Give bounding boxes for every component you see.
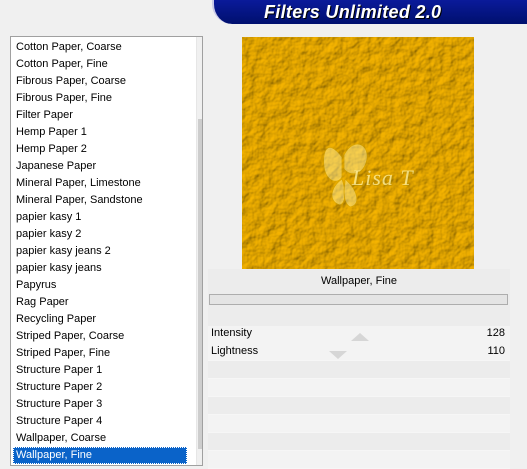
filter-list-item[interactable]: Striped Paper, Fine	[13, 345, 187, 362]
filter-preview: Lisa T	[242, 37, 474, 269]
filter-list-item[interactable]: Cotton Paper, Fine	[13, 56, 187, 73]
app-title: Filters Unlimited 2.0	[264, 2, 442, 22]
param-value: 110	[487, 345, 505, 357]
filter-list-item[interactable]: Structure Paper 1	[13, 362, 187, 379]
filter-list-item[interactable]: Wallpaper, Fine	[13, 447, 187, 464]
param-band	[208, 433, 510, 451]
param-band	[208, 397, 510, 415]
preview-texture	[242, 37, 474, 269]
scroll-thumb[interactable]	[198, 119, 202, 449]
filter-list-item[interactable]: Filter Paper	[13, 107, 187, 124]
title-bar: Filters Unlimited 2.0	[0, 0, 527, 28]
param-band	[208, 451, 510, 469]
scroll-up-arrow-icon[interactable]: ▲	[197, 37, 202, 54]
filter-list-item[interactable]: Wallpaper, Coarse	[13, 430, 187, 447]
filter-list-item[interactable]: Striped Paper, Coarse	[13, 328, 187, 345]
filter-list-item[interactable]: Structure Paper 4	[13, 413, 187, 430]
filter-progress-bar	[209, 294, 508, 305]
filter-list-item[interactable]: Structure Paper 3	[13, 396, 187, 413]
filter-list-item[interactable]: Hemp Paper 1	[13, 124, 187, 141]
param-band	[208, 361, 510, 379]
param-label: Lightness	[211, 345, 259, 357]
scroll-down-arrow-icon[interactable]: ▼	[197, 449, 202, 465]
filter-list-item[interactable]: Japanese Paper	[13, 158, 187, 175]
window-edge	[510, 28, 527, 469]
filter-list-item[interactable]: Cotton Paper, Coarse	[13, 39, 187, 56]
list-scrollbar[interactable]: ▲ ▼	[196, 37, 202, 465]
filter-list-item[interactable]: Mineral Paper, Limestone	[13, 175, 187, 192]
filter-list-item[interactable]: Fibrous Paper, Coarse	[13, 73, 187, 90]
filter-controls-panel: Wallpaper, Fine Intensity 128 Lightness …	[208, 269, 510, 469]
filter-list-item[interactable]: Rag Paper	[13, 294, 187, 311]
filter-listbox[interactable]: Cotton Paper, Coarse Cotton Paper, Fine Fi…	[10, 36, 203, 466]
filter-list-item[interactable]: papier kasy jeans 2	[13, 243, 187, 260]
filter-list-item[interactable]: papier kasy jeans	[13, 260, 187, 277]
filter-name-label: Wallpaper, Fine	[320, 275, 398, 287]
filter-list-item[interactable]: Fibrous Paper, Fine	[13, 90, 187, 107]
param-label: Intensity	[211, 327, 252, 339]
filter-list-item[interactable]: papier kasy 2	[13, 226, 187, 243]
filter-list-item[interactable]: papier kasy 1	[13, 209, 187, 226]
param-row-intensity[interactable]: Intensity 128	[208, 325, 510, 342]
param-band	[208, 379, 510, 397]
param-value: 128	[486, 327, 505, 339]
param-band	[208, 415, 510, 433]
filter-list-item[interactable]: Papyrus	[13, 277, 187, 294]
filter-list-item[interactable]: Hemp Paper 2	[13, 141, 187, 158]
watermark-text: Lisa T	[352, 165, 414, 190]
filter-list-item[interactable]: Structure Paper 2	[13, 379, 187, 396]
filter-list-item[interactable]: Mineral Paper, Sandstone	[13, 192, 187, 209]
filter-list-item[interactable]: Recycling Paper	[13, 311, 187, 328]
param-row-lightness[interactable]: Lightness 110	[208, 343, 510, 360]
